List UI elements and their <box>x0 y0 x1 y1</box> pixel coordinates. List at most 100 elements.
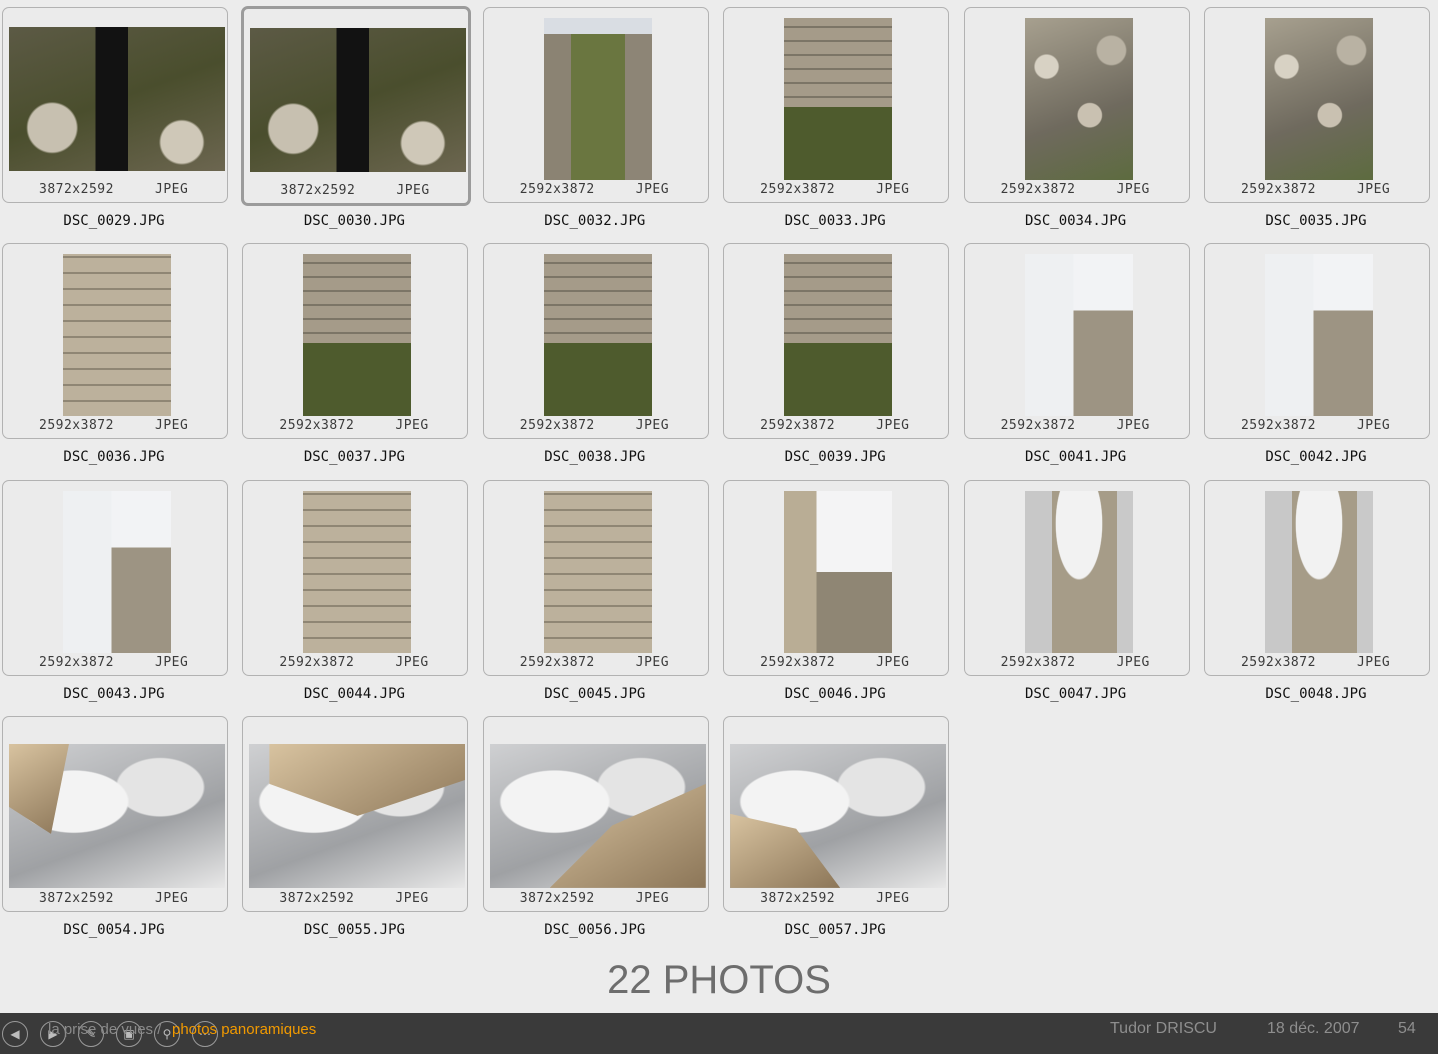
photo-tile[interactable]: 2592x3872 JPEG DSC_0043.JPG <box>2 479 228 716</box>
photo-frame[interactable]: 2592x3872 JPEG <box>963 7 1190 203</box>
photo-filename[interactable]: DSC_0054.JPG <box>2 922 226 938</box>
photo-tile[interactable]: 2592x3872 JPEG DSC_0046.JPG <box>723 479 950 716</box>
photo-filename[interactable]: DSC_0043.JPG <box>2 686 226 702</box>
photo-tile[interactable]: 2592x3872 JPEG DSC_0048.JPG <box>1203 479 1430 716</box>
photo-thumbnail[interactable] <box>1024 490 1133 653</box>
photo-frame[interactable]: 2592x3872 JPEG <box>1203 243 1430 440</box>
photo-thumbnail[interactable] <box>1264 254 1373 417</box>
photo-frame[interactable]: 2592x3872 JPEG <box>482 479 709 676</box>
photo-tile[interactable]: 3872x2592 JPEG DSC_0029.JPG <box>2 7 228 243</box>
photo-thumbnail[interactable] <box>784 18 893 180</box>
photo-tile[interactable]: 2592x3872 JPEG DSC_0045.JPG <box>482 479 709 716</box>
photo-frame[interactable]: 2592x3872 JPEG <box>723 7 950 203</box>
photo-frame[interactable]: 2592x3872 JPEG <box>482 7 709 203</box>
photo-format: JPEG <box>1116 418 1150 434</box>
photo-tile[interactable]: 3872x2592 JPEG DSC_0057.JPG <box>723 715 950 952</box>
photo-tile[interactable]: 3872x2592 JPEG DSC_0054.JPG <box>2 715 228 952</box>
photo-filename[interactable]: DSC_0036.JPG <box>2 449 226 465</box>
photo-tile[interactable]: 2592x3872 JPEG DSC_0032.JPG <box>482 7 709 243</box>
photo-filename[interactable]: DSC_0041.JPG <box>964 449 1188 465</box>
photo-filename[interactable]: DSC_0042.JPG <box>1204 449 1428 465</box>
photo-thumbnail[interactable] <box>730 743 947 888</box>
photo-filename[interactable]: DSC_0057.JPG <box>723 922 947 938</box>
breadcrumb-current[interactable]: photos panoramiques <box>172 1021 316 1038</box>
photo-frame[interactable]: 3872x2592 JPEG <box>723 715 950 912</box>
photo-thumbnail[interactable] <box>1264 18 1373 180</box>
photo-thumbnail[interactable] <box>1024 254 1133 417</box>
photo-tile[interactable]: 2592x3872 JPEG DSC_0037.JPG <box>242 243 469 479</box>
photo-tile[interactable]: 2592x3872 JPEG DSC_0044.JPG <box>242 479 469 716</box>
photo-filename[interactable]: DSC_0055.JPG <box>242 922 466 938</box>
photo-frame[interactable]: 3872x2592 JPEG <box>242 715 469 912</box>
photo-thumbnail[interactable] <box>543 254 652 417</box>
photo-thumbnail[interactable] <box>250 28 467 172</box>
photo-thumbnail[interactable] <box>489 743 706 888</box>
photo-filename[interactable]: DSC_0048.JPG <box>1204 686 1428 702</box>
photo-tile[interactable]: 2592x3872 JPEG DSC_0035.JPG <box>1203 7 1430 243</box>
photo-filename[interactable]: DSC_0035.JPG <box>1204 213 1428 229</box>
photo-tile[interactable]: 3872x2592 JPEG DSC_0055.JPG <box>242 715 469 952</box>
photo-filename[interactable]: DSC_0030.JPG <box>242 213 466 229</box>
photo-frame[interactable]: 3872x2592 JPEG <box>482 715 709 912</box>
photo-frame[interactable]: 2592x3872 JPEG <box>963 479 1190 676</box>
photo-thumbnail[interactable] <box>1024 18 1133 180</box>
photo-tile[interactable]: 3872x2592 JPEG DSC_0056.JPG <box>482 715 709 952</box>
photo-filename[interactable]: DSC_0056.JPG <box>483 922 707 938</box>
photo-frame[interactable]: 2592x3872 JPEG <box>242 479 469 676</box>
photo-tile[interactable]: 2592x3872 JPEG DSC_0039.JPG <box>723 243 950 479</box>
photo-frame[interactable]: 2592x3872 JPEG <box>723 243 950 440</box>
photo-tile[interactable]: 2592x3872 JPEG DSC_0033.JPG <box>723 7 950 243</box>
photo-frame[interactable]: 2592x3872 JPEG <box>1203 479 1430 676</box>
photo-filename[interactable]: DSC_0045.JPG <box>483 686 707 702</box>
photo-frame[interactable]: 3872x2592 JPEG <box>2 715 228 912</box>
photo-tile[interactable]: 2592x3872 JPEG DSC_0041.JPG <box>963 243 1190 479</box>
photo-tile[interactable]: 2592x3872 JPEG DSC_0036.JPG <box>2 243 228 479</box>
presentation-date: 18 déc. 2007 <box>1267 1020 1360 1037</box>
photo-tile[interactable]: 2592x3872 JPEG DSC_0047.JPG <box>963 479 1190 716</box>
photo-tile[interactable]: 2592x3872 JPEG DSC_0042.JPG <box>1203 243 1430 479</box>
photo-filename[interactable]: DSC_0047.JPG <box>964 686 1188 702</box>
photo-thumbnail[interactable] <box>249 743 466 888</box>
photo-tile[interactable]: 2592x3872 JPEG DSC_0038.JPG <box>482 243 709 479</box>
photo-filename[interactable]: DSC_0037.JPG <box>242 449 466 465</box>
photo-thumbnail[interactable] <box>63 490 171 653</box>
photo-frame[interactable]: 2592x3872 JPEG <box>482 243 709 440</box>
photo-thumbnail[interactable] <box>543 18 652 180</box>
photo-dimensions: 2592x3872 <box>760 182 836 197</box>
photo-frame[interactable]: 3872x2592 JPEG <box>2 7 228 203</box>
photo-thumbnail[interactable] <box>784 254 893 417</box>
photo-filename[interactable]: DSC_0044.JPG <box>242 686 466 702</box>
photo-format: JPEG <box>155 890 189 906</box>
photo-frame[interactable]: 2592x3872 JPEG <box>2 243 228 440</box>
photo-thumbnail[interactable] <box>63 254 171 417</box>
photo-dimensions: 2592x3872 <box>39 654 114 670</box>
photo-dimensions: 3872x2592 <box>760 890 836 906</box>
photo-frame-selected[interactable]: 3872x2592 JPEG <box>241 6 472 206</box>
photo-filename[interactable]: DSC_0046.JPG <box>723 686 947 702</box>
photo-thumbnail[interactable] <box>303 490 412 653</box>
photo-tile[interactable]: 2592x3872 JPEG DSC_0034.JPG <box>963 7 1190 243</box>
photo-tile[interactable]: 3872x2592 JPEG DSC_0030.JPG <box>241 6 472 243</box>
photo-thumbnail[interactable] <box>543 490 652 653</box>
photo-filename[interactable]: DSC_0034.JPG <box>964 213 1188 229</box>
photo-filename[interactable]: DSC_0038.JPG <box>483 449 707 465</box>
photo-filename[interactable]: DSC_0029.JPG <box>2 213 226 229</box>
photo-dimensions: 2592x3872 <box>1240 182 1316 197</box>
photo-filename[interactable]: DSC_0039.JPG <box>723 449 947 465</box>
photo-filename[interactable]: DSC_0032.JPG <box>483 213 707 229</box>
breadcrumb-section[interactable]: la prise de vues / <box>48 1021 161 1038</box>
rock-shape <box>9 743 69 834</box>
photo-frame[interactable]: 2592x3872 JPEG <box>2 479 228 676</box>
photo-thumbnail[interactable] <box>784 490 893 653</box>
photo-thumbnail[interactable] <box>9 743 225 888</box>
photo-format: JPEG <box>876 890 910 906</box>
photo-filename[interactable]: DSC_0033.JPG <box>723 213 947 229</box>
photo-frame[interactable]: 2592x3872 JPEG <box>963 243 1190 440</box>
photo-thumbnail[interactable] <box>303 254 412 417</box>
photo-thumbnail[interactable] <box>9 27 225 171</box>
photo-frame[interactable]: 2592x3872 JPEG <box>242 243 469 440</box>
photo-thumbnail[interactable] <box>1264 490 1373 653</box>
prev-icon[interactable]: ◀ <box>2 1021 28 1047</box>
photo-frame[interactable]: 2592x3872 JPEG <box>723 479 950 676</box>
photo-frame[interactable]: 2592x3872 JPEG <box>1203 7 1430 203</box>
